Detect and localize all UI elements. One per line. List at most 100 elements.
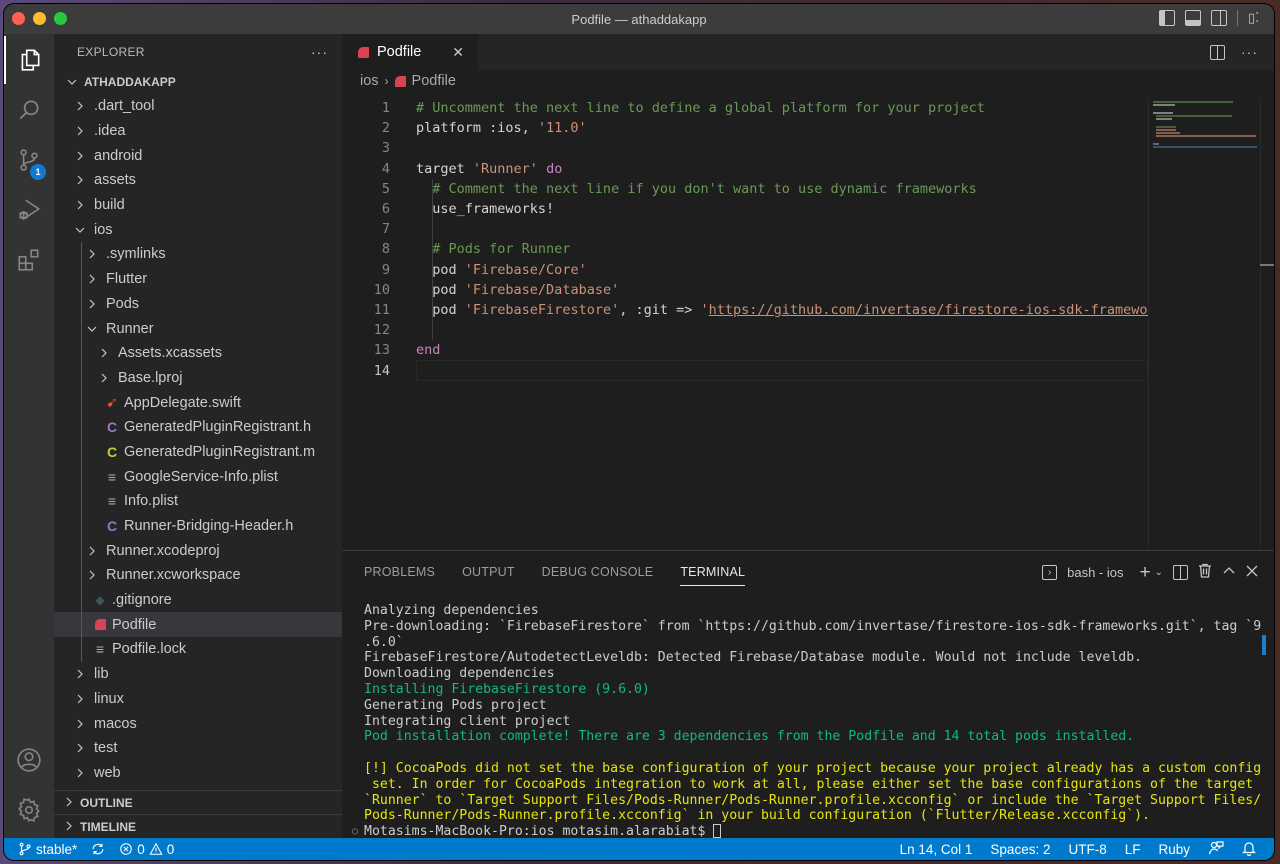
sync-button[interactable]: [91, 842, 105, 856]
folder-item[interactable]: .dart_tool: [54, 94, 342, 119]
terminal-scrollbar[interactable]: [1262, 635, 1266, 655]
file-item[interactable]: C Runner-Bridging-Header.h: [54, 514, 342, 539]
trash-icon[interactable]: [1198, 563, 1212, 581]
folder-item[interactable]: .symlinks: [54, 242, 342, 267]
close-panel-icon[interactable]: [1246, 565, 1258, 580]
tree-item-label: Runner: [106, 320, 154, 337]
timeline-section[interactable]: TIMELINE: [54, 814, 342, 838]
file-item[interactable]: ≡ Podfile.lock: [54, 637, 342, 662]
warning-count: 0: [166, 841, 175, 857]
folder-item[interactable]: assets: [54, 168, 342, 193]
notifications-bell-icon[interactable]: [1242, 840, 1256, 859]
folder-item[interactable]: ios: [54, 217, 342, 242]
tab-problems[interactable]: PROBLEMS: [364, 551, 435, 593]
code-line: 9 pod 'Firebase/Core': [342, 259, 1148, 280]
split-editor-icon[interactable]: [1210, 44, 1225, 60]
explorer-more-actions-button[interactable]: ···: [311, 44, 328, 60]
branch-status[interactable]: stable*: [18, 842, 77, 857]
maximize-panel-icon[interactable]: [1222, 564, 1236, 581]
file-item[interactable]: C GeneratedPluginRegistrant.m: [54, 440, 342, 465]
folder-item[interactable]: android: [54, 143, 342, 168]
bottom-panel: PROBLEMS OUTPUT DEBUG CONSOLE TERMINAL ›…: [342, 550, 1274, 840]
search-icon[interactable]: [4, 86, 54, 134]
file-item[interactable]: ◆ .gitignore: [54, 588, 342, 613]
divider: [1237, 10, 1238, 26]
folder-item[interactable]: macos: [54, 711, 342, 736]
folder-item[interactable]: lib: [54, 662, 342, 687]
current-line-highlight: [416, 360, 1148, 381]
feedback-icon[interactable]: [1208, 840, 1224, 859]
extensions-icon[interactable]: [4, 236, 54, 284]
folder-item[interactable]: web: [54, 761, 342, 786]
file-item[interactable]: ➹ AppDelegate.swift: [54, 390, 342, 415]
folder-item[interactable]: .idea: [54, 119, 342, 144]
folder-item[interactable]: build: [54, 193, 342, 218]
encoding[interactable]: UTF-8: [1068, 842, 1106, 857]
accounts-icon[interactable]: [4, 736, 54, 784]
folder-item[interactable]: test: [54, 736, 342, 761]
file-item[interactable]: ≡ GoogleService-Info.plist: [54, 464, 342, 489]
minimize-window-button[interactable]: [33, 12, 46, 25]
customize-layout-icon[interactable]: ▯⁚: [1248, 10, 1264, 26]
maximize-window-button[interactable]: [54, 12, 67, 25]
close-tab-icon[interactable]: ✕: [452, 44, 464, 61]
close-window-button[interactable]: [12, 12, 25, 25]
error-icon: [120, 843, 133, 855]
terminal-output[interactable]: Analyzing dependencies Pre-downloading: `…: [352, 603, 1262, 840]
indentation[interactable]: Spaces: 2: [990, 842, 1050, 857]
outline-section[interactable]: OUTLINE: [54, 790, 342, 814]
cursor-position[interactable]: Ln 14, Col 1: [900, 842, 973, 857]
end-of-line[interactable]: LF: [1125, 842, 1141, 857]
file-item[interactable]: C GeneratedPluginRegistrant.h: [54, 415, 342, 440]
folder-item[interactable]: linux: [54, 687, 342, 712]
folder-item[interactable]: Pods: [54, 292, 342, 317]
tab-terminal[interactable]: TERMINAL: [680, 551, 745, 593]
code-editor[interactable]: 1 # Uncomment the next line to define a g…: [342, 98, 1148, 381]
split-terminal-icon[interactable]: [1173, 564, 1188, 580]
folder-item[interactable]: Runner.xcworkspace: [54, 563, 342, 588]
folder-item[interactable]: Runner: [54, 316, 342, 341]
terminal-selector[interactable]: bash - ios: [1067, 565, 1123, 580]
breadcrumb-file[interactable]: Podfile: [412, 73, 456, 89]
terminal-line: Generating Pods project: [364, 697, 547, 713]
editor-scrollbar[interactable]: [1260, 98, 1274, 550]
language-mode[interactable]: Ruby: [1158, 842, 1190, 857]
explorer-icon[interactable]: [4, 36, 54, 84]
terminal-line: [!] CocoaPods did not set the base confi…: [364, 760, 1262, 776]
tab-debug-console[interactable]: DEBUG CONSOLE: [542, 551, 654, 593]
tree-item-label: build: [94, 197, 125, 214]
code-token: do: [546, 160, 563, 177]
line-content: pod 'FirebaseFirestore', :git => 'https:…: [390, 302, 1148, 318]
more-actions-icon[interactable]: ···: [1241, 44, 1258, 60]
tree-item-label: Runner.xcodeproj: [106, 542, 220, 559]
code-token: # Pods for Runner: [416, 241, 571, 258]
breadcrumb-folder[interactable]: ios: [360, 73, 379, 89]
editor-area: Podfile ✕ ··· ios › Podfile 1 # Uncomment…: [342, 34, 1274, 550]
code-line: 1 # Uncomment the next line to define a g…: [342, 98, 1148, 118]
code-line: 8 # Pods for Runner: [342, 239, 1148, 260]
tab-output[interactable]: OUTPUT: [462, 551, 515, 593]
toggle-secondary-sidebar-icon[interactable]: [1211, 10, 1227, 26]
folder-item[interactable]: Assets.xcassets: [54, 341, 342, 366]
file-item[interactable]: ≡ Info.plist: [54, 489, 342, 514]
code-link[interactable]: https://github.com/invertase/firestore-i…: [709, 302, 1148, 318]
toggle-panel-icon[interactable]: [1185, 10, 1201, 26]
folder-item[interactable]: Runner.xcodeproj: [54, 538, 342, 563]
new-terminal-icon[interactable]: +: [1140, 563, 1151, 582]
folder-item[interactable]: Base.lproj: [54, 366, 342, 391]
status-bar: stable* 0 0 Ln 14, Col 1 Spaces: 2 UTF-8…: [4, 838, 1274, 860]
run-debug-icon[interactable]: [4, 186, 54, 234]
problems-status[interactable]: 0 0: [119, 842, 174, 857]
chevron-down-icon[interactable]: ⌄: [1155, 567, 1163, 578]
tab-podfile[interactable]: Podfile ✕: [342, 34, 478, 70]
folder-item[interactable]: Flutter: [54, 267, 342, 292]
manage-gear-icon[interactable]: [4, 786, 54, 834]
tree-item-label: android: [94, 147, 143, 164]
tree-item-label: GeneratedPluginRegistrant.m: [124, 443, 316, 460]
toggle-primary-sidebar-icon[interactable]: [1159, 10, 1175, 26]
source-control-icon[interactable]: 1: [4, 136, 54, 184]
tree-item-label: Pods: [106, 295, 140, 312]
file-item[interactable]: Podfile: [54, 612, 342, 638]
project-folder-header[interactable]: ATHADDAKAPP: [54, 70, 342, 94]
minimap[interactable]: [1148, 98, 1260, 550]
